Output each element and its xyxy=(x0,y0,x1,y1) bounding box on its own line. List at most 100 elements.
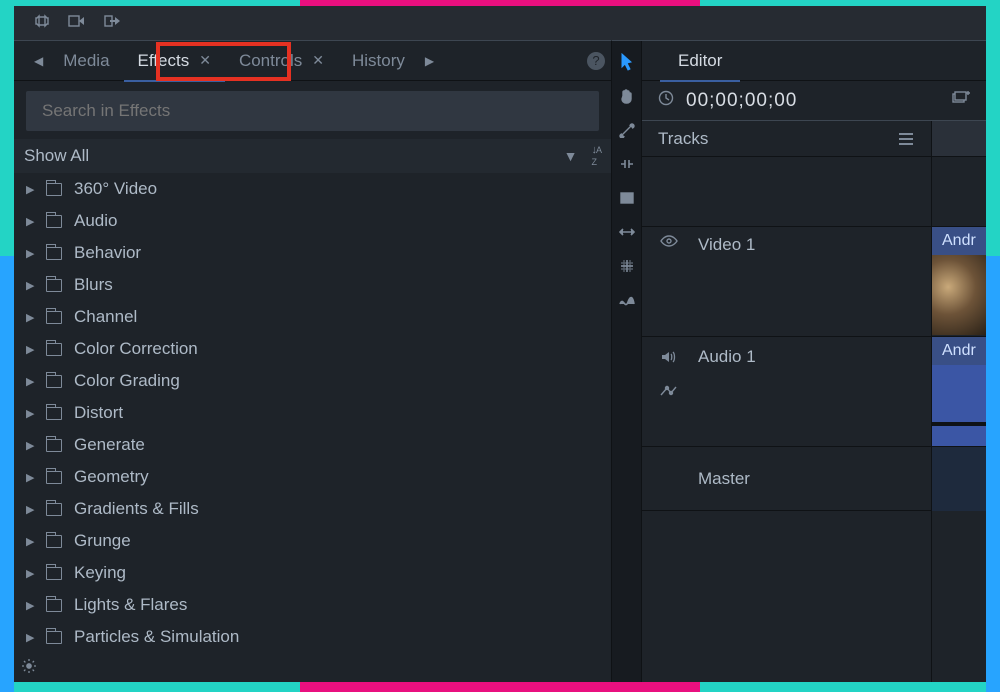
effects-folder[interactable]: ▶Geometry xyxy=(14,461,605,493)
search-input[interactable] xyxy=(40,100,585,122)
add-track-icon[interactable] xyxy=(952,90,970,111)
tab-history[interactable]: History xyxy=(338,41,419,81)
layout-tool-icon[interactable] xyxy=(617,189,637,207)
share-icon[interactable] xyxy=(104,14,122,33)
grid-tool-icon[interactable] xyxy=(617,257,637,275)
chevron-right-icon: ▶ xyxy=(26,471,34,484)
tab-label: Controls xyxy=(239,51,302,71)
effects-folder[interactable]: ▶Color Correction xyxy=(14,333,605,365)
slice-tool-icon[interactable] xyxy=(617,121,637,139)
editor-panel: Editor 00;00;00;00 Tracks xyxy=(611,40,986,682)
loop-icon[interactable] xyxy=(34,13,50,34)
effects-folder[interactable]: ▶Distort xyxy=(14,397,605,429)
audio-track-header[interactable]: Audio 1 xyxy=(642,337,931,447)
editor-toolstrip xyxy=(612,41,642,682)
filter-dropdown[interactable]: Show All ▼ ↓AZ xyxy=(14,139,611,173)
visibility-icon[interactable] xyxy=(658,235,680,247)
tab-nav-prev-icon[interactable]: ◀ xyxy=(28,54,49,68)
decor-stripe xyxy=(986,256,1000,692)
tab-editor[interactable]: Editor xyxy=(660,41,740,81)
video-lane[interactable]: Andr xyxy=(932,227,986,337)
menu-icon[interactable] xyxy=(899,133,913,145)
effects-folder[interactable]: ▶Gradients & Fills xyxy=(14,493,605,525)
time-ruler[interactable] xyxy=(932,121,986,157)
chevron-right-icon: ▶ xyxy=(26,247,34,260)
folder-label: Keying xyxy=(74,563,126,583)
clock-icon xyxy=(658,90,674,111)
folder-icon xyxy=(46,375,62,388)
folder-icon xyxy=(46,471,62,484)
decor-stripe xyxy=(0,256,14,692)
audio-clip[interactable]: Andr xyxy=(932,337,986,365)
hand-tool-icon[interactable] xyxy=(617,87,637,105)
snap-tool-icon[interactable] xyxy=(617,155,637,173)
chevron-right-icon: ▶ xyxy=(26,375,34,388)
titlebar xyxy=(14,6,986,40)
track-label: Master xyxy=(698,469,750,489)
track-lanes[interactable]: Andr Andr xyxy=(932,121,986,682)
speaker-icon[interactable] xyxy=(658,350,680,364)
keyframe-icon[interactable] xyxy=(658,385,680,397)
effects-folder[interactable]: ▶Grunge xyxy=(14,525,605,557)
track-label: Video 1 xyxy=(698,235,755,255)
chevron-right-icon: ▶ xyxy=(26,343,34,356)
sort-az-icon[interactable]: ↓AZ xyxy=(591,144,601,168)
panel-tabs: ◀ Media Effects ✕ Controls ✕ History ▶ ? xyxy=(14,41,611,81)
effects-folder[interactable]: ▶Generate xyxy=(14,429,605,461)
tab-label: Effects xyxy=(138,51,190,71)
stretch-tool-icon[interactable] xyxy=(617,223,637,241)
editor-header: 00;00;00;00 xyxy=(642,81,986,121)
folder-label: Color Grading xyxy=(74,371,180,391)
audio-waveform xyxy=(932,426,986,446)
timecode[interactable]: 00;00;00;00 xyxy=(686,90,797,112)
effects-folder[interactable]: ▶360° Video xyxy=(14,173,605,205)
track-lane[interactable] xyxy=(932,157,986,227)
chevron-right-icon: ▶ xyxy=(26,567,34,580)
export-icon[interactable] xyxy=(68,14,86,33)
effects-folder[interactable]: ▶Particles & Simulation xyxy=(14,621,605,653)
editor: Editor 00;00;00;00 Tracks xyxy=(642,41,986,682)
video-clip[interactable]: Andr xyxy=(932,227,986,255)
chevron-right-icon: ▶ xyxy=(26,215,34,228)
effects-folder[interactable]: ▶Audio xyxy=(14,205,605,237)
audio-waveform xyxy=(932,365,986,422)
effects-folder[interactable]: ▶ Keying xyxy=(14,557,605,589)
tab-media[interactable]: Media xyxy=(49,41,123,81)
effects-folder[interactable]: ▶Lights & Flares xyxy=(14,589,605,621)
master-track-header[interactable]: Master xyxy=(642,447,931,511)
audio-lane[interactable]: Andr xyxy=(932,337,986,447)
chevron-right-icon: ▶ xyxy=(26,311,34,324)
effects-folder[interactable]: ▶ Color Grading xyxy=(14,365,605,397)
effects-folder[interactable]: ▶Behavior xyxy=(14,237,605,269)
decor-stripe xyxy=(300,682,700,692)
tab-label: History xyxy=(352,51,405,71)
settings-icon[interactable] xyxy=(14,658,44,674)
chevron-right-icon: ▶ xyxy=(26,631,34,644)
video-thumbnail xyxy=(932,255,986,335)
effects-tree[interactable]: ▶360° Video▶Audio▶Behavior▶Blurs▶Channel… xyxy=(14,173,611,682)
chevron-right-icon: ▶ xyxy=(26,439,34,452)
effects-folder[interactable]: ▶Channel xyxy=(14,301,605,333)
tab-controls[interactable]: Controls ✕ xyxy=(225,41,338,81)
folder-icon xyxy=(46,503,62,516)
rate-tool-icon[interactable] xyxy=(617,291,637,309)
folder-label: Blurs xyxy=(74,275,113,295)
folder-label: Grunge xyxy=(74,531,131,551)
search-input-wrap[interactable] xyxy=(26,91,599,131)
folder-icon xyxy=(46,343,62,356)
close-icon[interactable]: ✕ xyxy=(199,52,211,69)
chevron-right-icon: ▶ xyxy=(26,279,34,292)
chevron-right-icon: ▶ xyxy=(26,599,34,612)
tracks-header: Tracks xyxy=(642,121,931,157)
master-lane[interactable] xyxy=(932,447,986,511)
video-track-header[interactable]: Video 1 xyxy=(642,227,931,337)
tab-nav-next-icon[interactable]: ▶ xyxy=(419,54,440,68)
folder-icon xyxy=(46,247,62,260)
close-icon[interactable]: ✕ xyxy=(312,52,324,69)
folder-icon xyxy=(46,631,62,644)
effects-folder[interactable]: ▶ Blurs xyxy=(14,269,605,301)
tab-effects[interactable]: Effects ✕ xyxy=(124,41,225,81)
selection-tool-icon[interactable] xyxy=(617,53,637,71)
chevron-right-icon: ▶ xyxy=(26,183,34,196)
help-icon[interactable]: ? xyxy=(587,52,605,70)
